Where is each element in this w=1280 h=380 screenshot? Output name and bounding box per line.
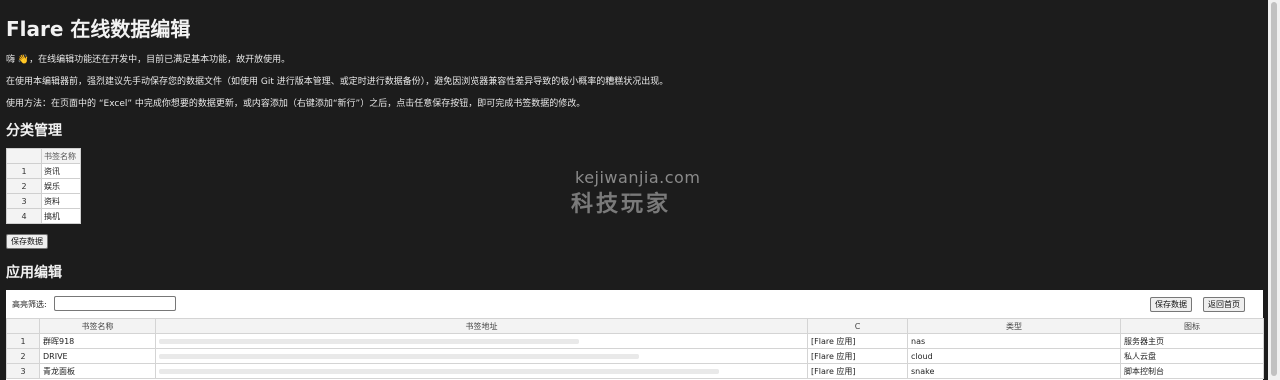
- table-row: 2 DRIVE [Flare 应用] cloud 私人云盘: [6, 348, 1264, 364]
- app-c-cell[interactable]: [Flare 应用]: [807, 363, 908, 379]
- column-header-type[interactable]: 类型: [907, 318, 1121, 334]
- intro-line-1: 嗨 👋，在线编辑功能还在开发中，目前已满足基本功能，故开放使用。: [6, 55, 291, 65]
- page-title: Flare 在线数据编辑: [6, 17, 191, 41]
- category-row: 1 资讯: [6, 163, 81, 179]
- redacted-url: [159, 353, 639, 359]
- app-url-cell[interactable]: [155, 363, 808, 379]
- table-row: 1 群晖918 [Flare 应用] nas 服务器主页: [6, 333, 1264, 349]
- column-header-name[interactable]: 书签名称: [39, 318, 156, 334]
- category-grid: 书签名称 1 资讯 2 娱乐 3 资料 4 搞机: [6, 148, 81, 224]
- page: Flare 在线数据编辑 嗨 👋，在线编辑功能还在开发中，目前已满足基本功能，故…: [0, 0, 1280, 380]
- row-number[interactable]: 3: [6, 193, 42, 209]
- apps-heading: 应用编辑: [6, 265, 62, 281]
- app-type-cell[interactable]: cloud: [907, 348, 1121, 364]
- page-scrollbar[interactable]: [1268, 0, 1280, 380]
- intro-line-3: 使用方法：在页面中的 “Excel” 中完成你想要的数据更新，或内容添加（右键添…: [6, 99, 586, 109]
- category-save-button[interactable]: 保存数据: [6, 234, 48, 249]
- app-icon-cell[interactable]: 服务器主页: [1120, 333, 1264, 349]
- apps-editor-panel: 高亮筛选: 保存数据 返回首页 书签名称 书签地址 C 类型 图标 1 群晖91…: [6, 290, 1264, 380]
- column-header-c[interactable]: C: [807, 318, 908, 334]
- redacted-url: [159, 338, 579, 344]
- category-cell[interactable]: 资讯: [41, 163, 81, 179]
- filter-label: 高亮筛选:: [12, 300, 47, 309]
- app-type-cell[interactable]: nas: [907, 333, 1121, 349]
- apps-save-button[interactable]: 保存数据: [1150, 297, 1192, 312]
- row-number[interactable]: 2: [6, 348, 40, 364]
- category-row: 4 搞机: [6, 208, 81, 224]
- app-url-cell[interactable]: [155, 333, 808, 349]
- app-icon-cell[interactable]: 脚本控制台: [1120, 363, 1264, 379]
- category-cell[interactable]: 资料: [41, 193, 81, 209]
- highlight-filter-input[interactable]: [54, 296, 176, 311]
- row-number[interactable]: 2: [6, 178, 42, 194]
- app-type-cell[interactable]: snake: [907, 363, 1121, 379]
- intro-line-2: 在使用本编辑器前，强烈建议先手动保存您的数据文件（如使用 Git 进行版本管理、…: [6, 77, 669, 87]
- redacted-url: [159, 368, 719, 374]
- category-row: 3 资料: [6, 193, 81, 209]
- column-header-url[interactable]: 书签地址: [155, 318, 808, 334]
- watermark-name: 科技玩家: [571, 192, 672, 217]
- category-cell[interactable]: 搞机: [41, 208, 81, 224]
- category-cell[interactable]: 娱乐: [41, 178, 81, 194]
- row-number[interactable]: 1: [6, 163, 42, 179]
- app-c-cell[interactable]: [Flare 应用]: [807, 333, 908, 349]
- category-column-header[interactable]: 书签名称: [41, 148, 81, 164]
- grid-corner: [6, 318, 40, 334]
- row-number[interactable]: 1: [6, 333, 40, 349]
- table-row: 3 青龙面板 [Flare 应用] snake 脚本控制台: [6, 363, 1264, 379]
- row-number[interactable]: 3: [6, 363, 40, 379]
- watermark-domain: kejiwanjia.com: [575, 168, 701, 187]
- app-url-cell[interactable]: [155, 348, 808, 364]
- column-header-icon[interactable]: 图标: [1120, 318, 1264, 334]
- app-name-cell[interactable]: 青龙面板: [39, 363, 156, 379]
- apps-grid: 书签名称 书签地址 C 类型 图标 1 群晖918 [Flare 应用] nas…: [6, 318, 1264, 379]
- category-row: 2 娱乐: [6, 178, 81, 194]
- app-icon-cell[interactable]: 私人云盘: [1120, 348, 1264, 364]
- grid-corner: [6, 148, 42, 164]
- row-number[interactable]: 4: [6, 208, 42, 224]
- app-name-cell[interactable]: DRIVE: [39, 348, 156, 364]
- scrollbar-thumb[interactable]: [1271, 2, 1277, 376]
- app-name-cell[interactable]: 群晖918: [39, 333, 156, 349]
- category-heading: 分类管理: [6, 123, 62, 139]
- app-c-cell[interactable]: [Flare 应用]: [807, 348, 908, 364]
- home-button[interactable]: 返回首页: [1203, 297, 1245, 312]
